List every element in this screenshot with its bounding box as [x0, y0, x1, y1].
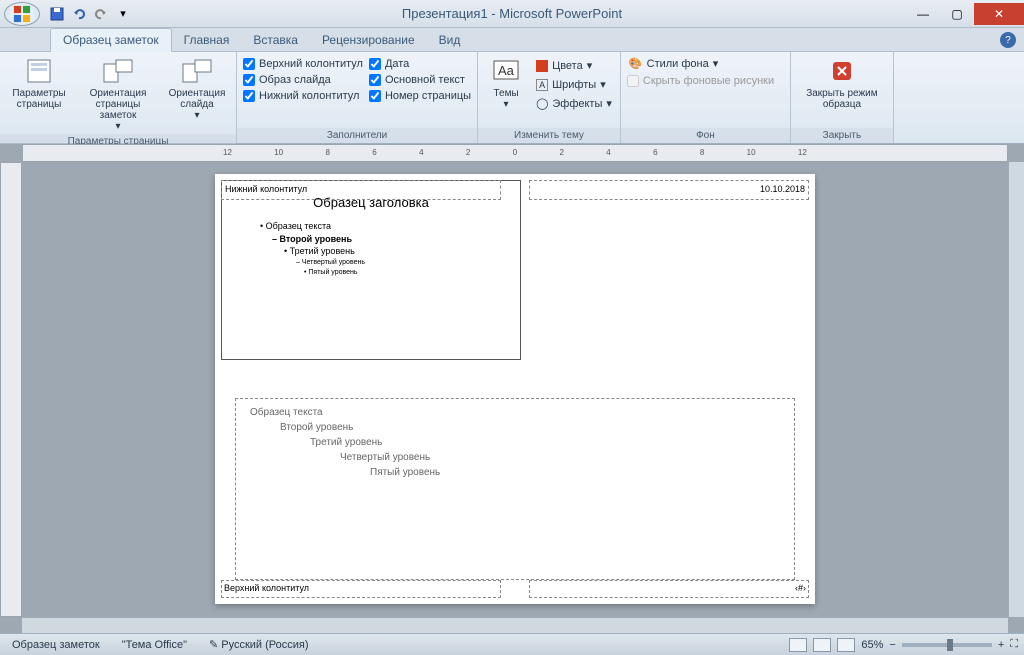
tab-review[interactable]: Рецензирование [310, 29, 427, 51]
close-master-label: Закрыть режим образца [801, 88, 883, 110]
placeholder-page-number[interactable]: ‹#› [529, 580, 809, 598]
chk-footer[interactable]: Нижний колонтитул [243, 90, 363, 102]
statusbar: Образец заметок "Тема Office" ✎ Русский … [0, 633, 1024, 655]
group-bg-label: Фон [621, 128, 790, 143]
horizontal-ruler[interactable]: 12108642024681012 [22, 144, 1008, 162]
office-button[interactable] [4, 2, 40, 26]
canvas[interactable]: Нижний колонтитул 10.10.2018 Образец заг… [22, 162, 1008, 617]
group-theme-label: Изменить тему [478, 128, 620, 143]
placeholder-header[interactable]: Нижний колонтитул [221, 180, 501, 200]
tab-home[interactable]: Главная [172, 29, 242, 51]
zoom-in-button[interactable]: + [998, 639, 1004, 651]
status-language[interactable]: ✎ Русский (Россия) [203, 636, 315, 653]
colors-icon [536, 60, 548, 72]
group-edit-theme: Aa Темы ▾ Цвета ▾ AШрифты ▾ ◯Эффекты ▾ И… [478, 52, 621, 143]
undo-button[interactable] [70, 5, 88, 23]
minimize-button[interactable]: ― [906, 3, 940, 25]
chk-hide-bg[interactable]: Скрыть фоновые рисунки [627, 75, 774, 87]
close-master-icon [826, 56, 858, 86]
window-controls: ― ▢ ✕ [906, 3, 1024, 25]
maximize-button[interactable]: ▢ [940, 3, 974, 25]
quick-access-toolbar: ▾ [48, 5, 132, 23]
themes-button[interactable]: Aa Темы ▾ [484, 54, 528, 112]
placeholder-body[interactable]: Образец текста Второй уровень Третий уро… [235, 398, 795, 580]
ruler-ticks: 12108642024681012 [23, 145, 1007, 157]
page-setup-label: Параметры страницы [10, 88, 68, 110]
notes-orientation-label: Ориентация страницы заметок [82, 88, 154, 121]
themes-label: Темы [493, 88, 518, 99]
window-title: Презентация1 - Microsoft PowerPoint [402, 6, 622, 21]
slide-body: • Образец текста – Второй уровень • Трет… [230, 220, 512, 277]
fit-window-button[interactable]: ⛶ [1010, 638, 1018, 651]
titlebar: ▾ Презентация1 - Microsoft PowerPoint ― … [0, 0, 1024, 28]
bg-styles-icon: 🎨 [629, 57, 643, 70]
chk-date[interactable]: Дата [369, 58, 471, 70]
effects-button[interactable]: ◯Эффекты ▾ [534, 96, 614, 111]
svg-text:Aa: Aa [498, 63, 515, 78]
undo-icon [72, 7, 86, 21]
status-theme[interactable]: "Тема Office" [116, 637, 193, 653]
tab-insert[interactable]: Вставка [241, 29, 310, 51]
group-close: Закрыть режим образца Закрыть [791, 52, 894, 143]
spellcheck-icon: ✎ [209, 639, 218, 651]
placeholder-footer[interactable]: Верхний колонтитул [221, 580, 501, 598]
close-master-button[interactable]: Закрыть режим образца [797, 54, 887, 112]
zoom-level[interactable]: 65% [861, 639, 883, 651]
save-button[interactable] [48, 5, 66, 23]
page-setup-icon [23, 56, 55, 86]
ribbon-tabs: Образец заметок Главная Вставка Рецензир… [0, 28, 1024, 52]
group-page-setup: Параметры страницы Ориентация страницы з… [0, 52, 237, 143]
placeholder-slide-image[interactable]: Образец заголовка • Образец текста – Вто… [221, 180, 521, 360]
slide-orientation-label: Ориентация слайда [168, 88, 226, 110]
page-setup-button[interactable]: Параметры страницы [6, 54, 72, 112]
chk-body[interactable]: Основной текст [369, 74, 471, 86]
zoom-slider[interactable] [902, 643, 992, 647]
chk-slide-image[interactable]: Образ слайда [243, 74, 363, 86]
view-normal-button[interactable] [789, 638, 807, 652]
redo-button[interactable] [92, 5, 110, 23]
view-sorter-button[interactable] [813, 638, 831, 652]
notes-page[interactable]: Нижний колонтитул 10.10.2018 Образец заг… [215, 174, 815, 604]
vertical-scrollbar[interactable] [1008, 162, 1024, 617]
group-close-label: Закрыть [791, 128, 893, 143]
effects-icon: ◯ [536, 97, 548, 110]
tab-view[interactable]: Вид [427, 29, 473, 51]
save-icon [50, 7, 64, 21]
slide-orientation-button[interactable]: Ориентация слайда ▾ [164, 54, 230, 123]
help-button[interactable]: ? [1000, 32, 1016, 48]
tab-notes-master[interactable]: Образец заметок [50, 28, 172, 52]
placeholder-date[interactable]: 10.10.2018 [529, 180, 809, 200]
slide-orient-icon [181, 56, 213, 86]
notes-orientation-button[interactable]: Ориентация страницы заметок ▾ [78, 54, 158, 134]
office-logo-icon [13, 5, 31, 23]
orientation-icon [102, 56, 134, 86]
chk-header[interactable]: Верхний колонтитул [243, 58, 363, 70]
ribbon: Параметры страницы Ориентация страницы з… [0, 52, 1024, 144]
group-background: 🎨Стили фона ▾ Скрыть фоновые рисунки Фон [621, 52, 791, 143]
horizontal-scrollbar[interactable] [22, 617, 1008, 633]
editor-area: 12108642024681012 Нижний колонтитул 10.1… [0, 144, 1024, 633]
background-styles-button[interactable]: 🎨Стили фона ▾ [627, 56, 774, 71]
redo-icon [94, 7, 108, 21]
view-slideshow-button[interactable] [837, 638, 855, 652]
group-placeholders: Верхний колонтитул Образ слайда Нижний к… [237, 52, 478, 143]
zoom-out-button[interactable]: − [889, 639, 895, 651]
vertical-ruler[interactable] [0, 162, 22, 617]
chk-page-number[interactable]: Номер страницы [369, 90, 471, 102]
fonts-button[interactable]: AШрифты ▾ [534, 77, 614, 92]
close-button[interactable]: ✕ [974, 3, 1024, 25]
colors-button[interactable]: Цвета ▾ [534, 58, 614, 73]
status-mode[interactable]: Образец заметок [6, 637, 106, 653]
fonts-icon: A [536, 79, 548, 91]
qat-customize[interactable]: ▾ [114, 5, 132, 23]
themes-icon: Aa [490, 56, 522, 86]
group-placeholders-label: Заполнители [237, 128, 477, 143]
